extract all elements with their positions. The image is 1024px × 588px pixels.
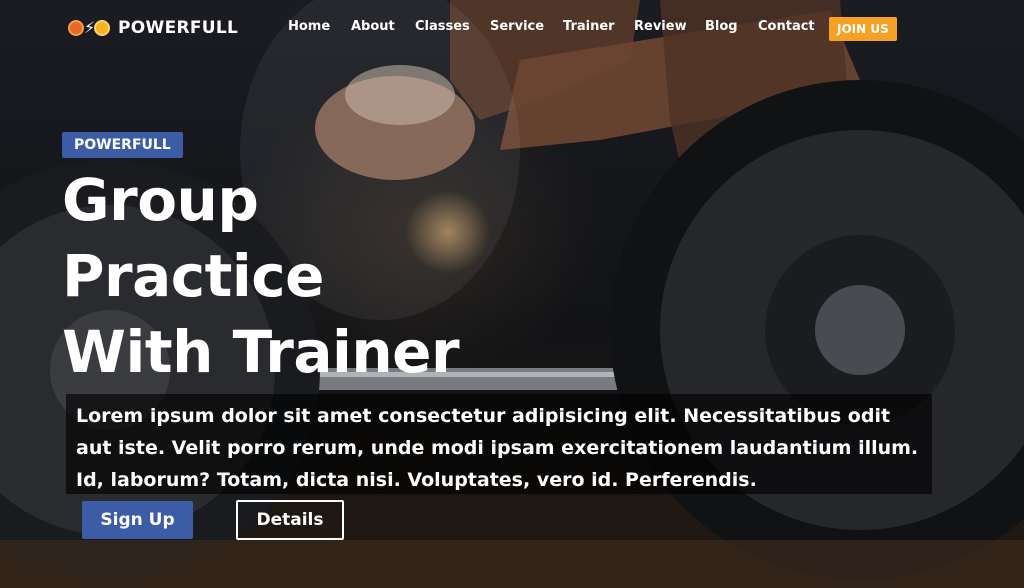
headline-line: Group [62, 166, 259, 234]
nav-link-blog[interactable]: Blog [705, 19, 738, 34]
hero-description-box: Lorem ipsum dolor sit amet consectetur a… [66, 394, 932, 494]
sign-up-button[interactable]: Sign Up [82, 501, 193, 539]
nav-link-trainer[interactable]: Trainer [563, 19, 615, 34]
headline-line: With Trainer [62, 318, 460, 386]
navbar: ⚡ POWERFULL Home About Classes Service T… [0, 0, 1024, 58]
join-us-button[interactable]: JOIN US [829, 17, 897, 41]
nav-link-service[interactable]: Service [490, 19, 544, 34]
brand-logo[interactable]: ⚡ POWERFULL [68, 15, 238, 41]
hero-section: ⚡ POWERFULL Home About Classes Service T… [0, 0, 1024, 588]
nav-link-contact[interactable]: Contact [758, 19, 815, 34]
nav-link-review[interactable]: Review [634, 19, 687, 34]
hero-description: Lorem ipsum dolor sit amet consectetur a… [76, 405, 919, 491]
headline-line: Practice [62, 242, 324, 310]
hero-headline: Group Practice With Trainer [62, 162, 502, 390]
nav-link-classes[interactable]: Classes [415, 19, 470, 34]
nav-link-about[interactable]: About [351, 19, 395, 34]
nav-link-home[interactable]: Home [288, 19, 330, 34]
dumbbell-bolt-icon: ⚡ [68, 17, 112, 39]
details-button[interactable]: Details [236, 500, 344, 540]
hero-tag-badge: POWERFULL [62, 132, 183, 158]
brand-name: POWERFULL [118, 18, 239, 38]
